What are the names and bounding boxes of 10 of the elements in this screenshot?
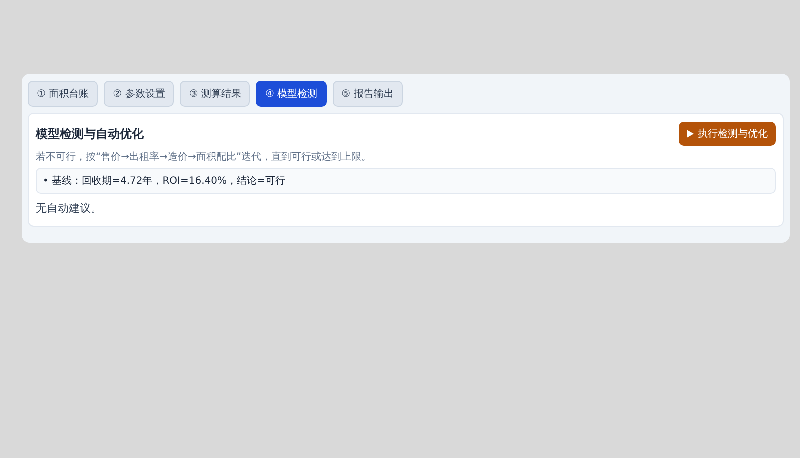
tab[interactable]: ⑤ 报告输出 bbox=[332, 81, 403, 107]
hint-text: 若不可行，按“售价→出租率→造价→面积配比”迭代，直到可行或达到上限。 bbox=[36, 150, 372, 164]
tab[interactable]: ③ 测算结果 bbox=[180, 81, 250, 107]
result-message: 无自动建议。 bbox=[36, 201, 103, 216]
play-icon bbox=[687, 130, 694, 138]
run-button[interactable]: 执行检测与优化 bbox=[679, 122, 776, 146]
tab[interactable]: ① 面积台账 bbox=[28, 81, 98, 107]
tab[interactable]: ④ 模型检测 bbox=[256, 81, 327, 107]
section-title: 模型检测与自动优化 bbox=[36, 126, 144, 142]
tab[interactable]: ② 参数设置 bbox=[104, 81, 174, 107]
